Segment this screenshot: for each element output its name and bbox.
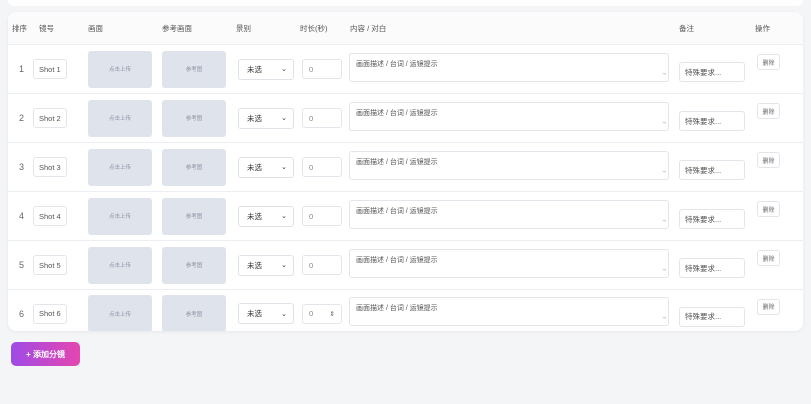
frame-upload-button[interactable]: 点击上传 xyxy=(88,148,152,186)
frame-upload-button[interactable]: 点击上传 xyxy=(88,295,152,331)
chevron-down-icon: ⌄ xyxy=(281,66,287,73)
duration-value: 0 xyxy=(309,260,314,270)
storyboard-table: 排序 镜号 画面 参考画面 景别 时长(秒) 内容 / 对白 备注 操作 1 S… xyxy=(8,12,803,331)
delete-button[interactable]: 删除 xyxy=(757,152,780,168)
shot-number-input[interactable]: Shot 5 xyxy=(33,255,67,275)
chevron-down-icon: ⌄ xyxy=(281,115,287,122)
content-placeholder: 画面描述 / 台词 / 运镜提示 xyxy=(356,256,438,264)
row-index: 4 xyxy=(8,191,35,241)
shot-type-select[interactable]: 未选 ⌄ xyxy=(238,58,294,80)
frame-upload-button[interactable]: 点击上传 xyxy=(88,246,152,284)
shot-type-select[interactable]: 未选 ⌄ xyxy=(238,205,294,227)
table-row: 1 Shot 1 点击上传 参考图 未选 ⌄ 0 画面描述 / 台词 / 运镜提示… xyxy=(8,44,803,94)
duration-input[interactable]: 0 xyxy=(302,157,342,177)
duration-input[interactable]: 0 ⇕ xyxy=(302,303,342,324)
header-notes: 备注 xyxy=(675,12,751,45)
chevron-down-icon: ⌄ xyxy=(281,213,287,220)
row-index: 1 xyxy=(8,44,35,94)
shot-type-select[interactable]: 未选 ⌄ xyxy=(238,254,294,276)
duration-input[interactable]: 0 xyxy=(302,255,342,275)
frame-upload-button[interactable]: 点击上传 xyxy=(88,50,152,88)
top-strip xyxy=(8,0,803,6)
content-placeholder: 画面描述 / 台词 / 运镜提示 xyxy=(356,60,438,68)
shot-number-input[interactable]: Shot 1 xyxy=(33,59,67,79)
row-index: 6 xyxy=(18,308,24,319)
duration-input[interactable]: 0 xyxy=(302,59,342,79)
shot-type-select[interactable]: 未选 ⌄ xyxy=(238,303,294,324)
row-index: 2 xyxy=(8,93,35,143)
storyboard-table-card: 排序 镜号 画面 参考画面 景别 时长(秒) 内容 / 对白 备注 操作 1 S… xyxy=(8,12,803,331)
shot-number-input[interactable]: Shot 3 xyxy=(33,157,67,177)
shot-type-select[interactable]: 未选 ⌄ xyxy=(238,156,294,178)
chevron-down-icon: ⌄ xyxy=(281,164,287,171)
header-actions: 操作 xyxy=(751,12,803,45)
notes-input[interactable]: 特殊要求... xyxy=(679,306,745,327)
table-row: 4 Shot 4 点击上传 参考图 未选 ⌄ 0 画面描述 / 台词 / 运镜提示… xyxy=(8,191,803,241)
reference-image-button[interactable]: 参考图 xyxy=(162,197,226,235)
duration-value: 0 xyxy=(309,211,314,221)
header-order: 排序 xyxy=(8,12,35,45)
duration-value: 0 xyxy=(309,309,314,318)
delete-button[interactable]: 删除 xyxy=(757,250,780,266)
duration-input[interactable]: 0 xyxy=(302,108,342,128)
header-shot-no: 镜号 xyxy=(35,12,84,45)
duration-value: 0 xyxy=(309,113,314,123)
shot-type-value: 未选 xyxy=(247,260,262,270)
table-row: 2 Shot 2 点击上传 参考图 未选 ⌄ 0 画面描述 / 台词 / 运镜提示… xyxy=(8,93,803,143)
duration-value: 0 xyxy=(309,64,314,74)
row-index: 5 xyxy=(8,240,35,290)
shot-type-value: 未选 xyxy=(247,211,262,221)
shot-type-value: 未选 xyxy=(247,64,262,74)
add-shot-button[interactable]: + 添加分镜 xyxy=(11,342,80,366)
duration-input[interactable]: 0 xyxy=(302,206,342,226)
frame-upload-button[interactable]: 点击上传 xyxy=(88,197,152,235)
notes-input[interactable]: 特殊要求... xyxy=(679,160,745,180)
header-duration: 时长(秒) xyxy=(296,12,346,45)
delete-button[interactable]: 删除 xyxy=(757,201,780,217)
shot-type-value: 未选 xyxy=(247,113,262,123)
content-placeholder: 画面描述 / 台词 / 运镜提示 xyxy=(356,109,438,117)
chevron-down-icon: ⌄ xyxy=(281,262,287,269)
header-content: 内容 / 对白 xyxy=(346,12,675,45)
shot-type-value: 未选 xyxy=(247,309,262,318)
row-index: 3 xyxy=(8,142,35,192)
reference-image-button[interactable]: 参考图 xyxy=(162,99,226,137)
content-textarea[interactable]: 画面描述 / 台词 / 运镜提示⃕ xyxy=(349,101,669,131)
reference-image-button[interactable]: 参考图 xyxy=(162,295,226,331)
delete-button[interactable]: 删除 xyxy=(757,103,780,119)
table-row: 6 Shot 6 点击上传 参考图 未选 ⌄ 0 ⇕ 画面描述 / 台词 / 运镜提… xyxy=(8,290,803,331)
content-placeholder: 画面描述 / 台词 / 运镜提示 xyxy=(356,207,438,215)
header-reference: 参考画面 xyxy=(158,12,232,45)
table-row: 3 Shot 3 点击上传 参考图 未选 ⌄ 0 画面描述 / 台词 / 运镜提示… xyxy=(8,142,803,192)
content-textarea[interactable]: 画面描述 / 台词 / 运镜提示⃕ xyxy=(349,297,669,326)
content-textarea[interactable]: 画面描述 / 台词 / 运镜提示⃕ xyxy=(349,150,669,180)
notes-input[interactable]: 特殊要求... xyxy=(679,62,745,82)
header-shot-type: 景别 xyxy=(232,12,296,45)
shot-type-select[interactable]: 未选 ⌄ xyxy=(238,107,294,129)
shot-number-input[interactable]: Shot 6 xyxy=(33,303,67,324)
header-frame: 画面 xyxy=(84,12,158,45)
table-header-row: 排序 镜号 画面 参考画面 景别 时长(秒) 内容 / 对白 备注 操作 xyxy=(8,12,803,45)
content-textarea[interactable]: 画面描述 / 台词 / 运镜提示⃕ xyxy=(349,248,669,278)
chevron-down-icon: ⌄ xyxy=(281,310,287,318)
notes-input[interactable]: 特殊要求... xyxy=(679,111,745,131)
content-textarea[interactable]: 画面描述 / 台词 / 运镜提示⃕ xyxy=(349,52,669,82)
shot-type-value: 未选 xyxy=(247,162,262,172)
frame-upload-button[interactable]: 点击上传 xyxy=(88,99,152,137)
delete-button[interactable]: 删除 xyxy=(757,54,780,70)
content-placeholder: 画面描述 / 台词 / 运镜提示 xyxy=(356,158,438,166)
reference-image-button[interactable]: 参考图 xyxy=(162,246,226,284)
delete-button[interactable]: 删除 xyxy=(757,298,780,315)
spinner-arrows-icon[interactable]: ⇕ xyxy=(330,310,335,318)
duration-value: 0 xyxy=(309,162,314,172)
notes-input[interactable]: 特殊要求... xyxy=(679,258,745,278)
reference-image-button[interactable]: 参考图 xyxy=(162,50,226,88)
shot-number-input[interactable]: Shot 4 xyxy=(33,206,67,226)
table-row: 5 Shot 5 点击上传 参考图 未选 ⌄ 0 画面描述 / 台词 / 运镜提示… xyxy=(8,240,803,290)
content-placeholder: 画面描述 / 台词 / 运镜提示 xyxy=(356,305,438,312)
reference-image-button[interactable]: 参考图 xyxy=(162,148,226,186)
content-textarea[interactable]: 画面描述 / 台词 / 运镜提示⃕ xyxy=(349,199,669,229)
notes-input[interactable]: 特殊要求... xyxy=(679,209,745,229)
shot-number-input[interactable]: Shot 2 xyxy=(33,108,67,128)
